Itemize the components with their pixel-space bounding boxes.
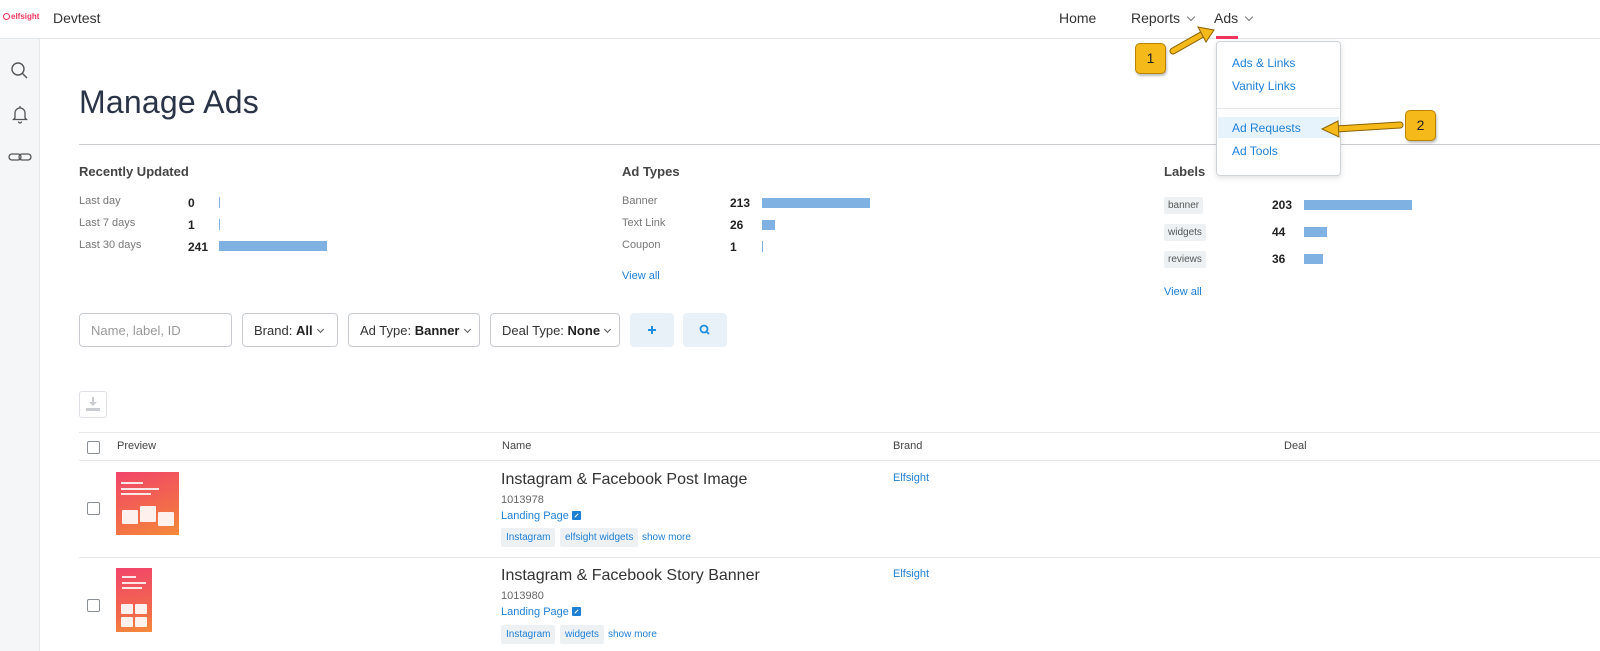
annotation-arrows — [1169, 26, 1404, 138]
arrow-to-ads-menu — [1169, 26, 1215, 55]
step-callout-1: 1 — [1135, 43, 1166, 74]
step-callout-2: 2 — [1405, 110, 1436, 141]
arrow-to-ad-requests — [1320, 120, 1404, 138]
